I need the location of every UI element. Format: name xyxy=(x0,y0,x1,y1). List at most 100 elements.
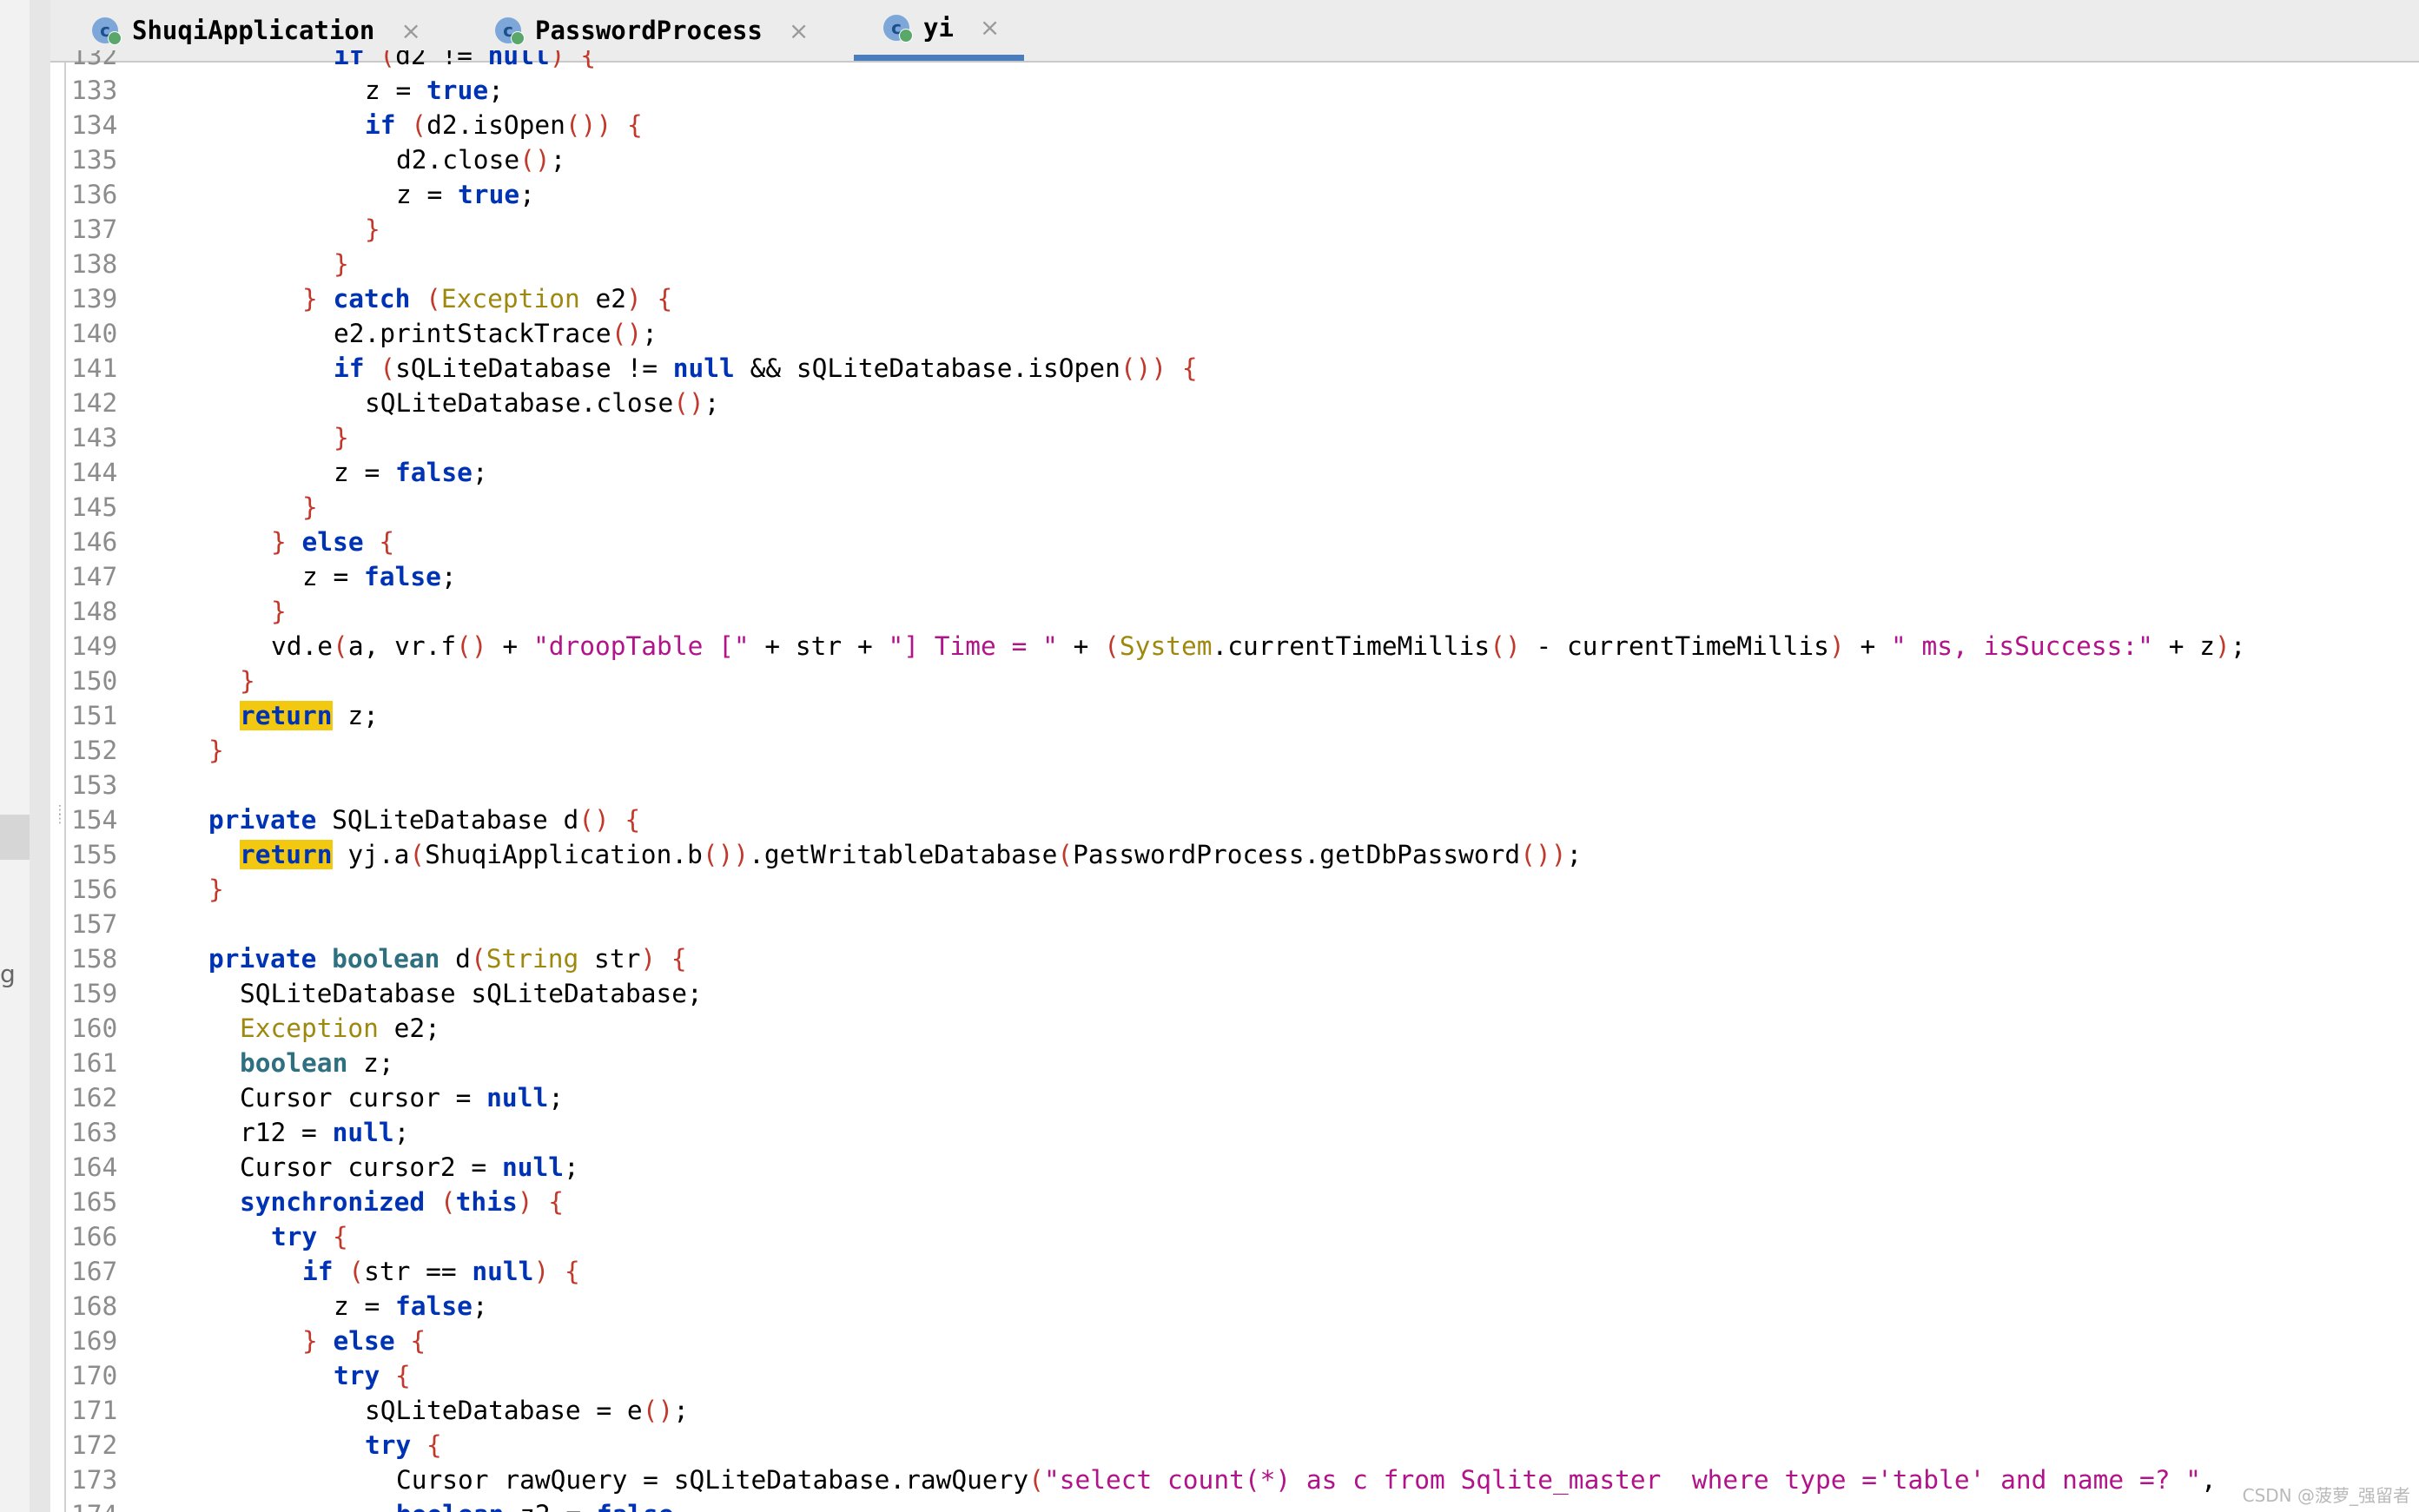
code-token: } xyxy=(334,249,349,279)
code-text: } xyxy=(240,664,255,698)
code-token: e2 xyxy=(579,284,627,314)
close-icon[interactable]: × xyxy=(980,13,1000,42)
code-token: .currentTimeMillis xyxy=(1212,631,1490,661)
code-line[interactable]: 151 return z; xyxy=(66,698,2419,733)
code-token: .getWritableDatabase xyxy=(749,840,1058,869)
code-token: "droopTable [" xyxy=(532,631,750,661)
code-token: ; xyxy=(488,76,504,105)
code-editor[interactable]: 132 if (d2 != null) {133 z = true; 134 if (d… xyxy=(66,50,2419,1512)
code-line[interactable]: 164 Cursor cursor2 = null; xyxy=(66,1150,2419,1185)
code-line[interactable]: 143} xyxy=(66,420,2419,455)
code-token: false xyxy=(597,1500,674,1512)
line-number: 165 xyxy=(71,1187,118,1217)
code-text: } catch (Exception e2) { xyxy=(302,281,672,316)
line-number: 139 xyxy=(71,284,118,314)
code-token: Cursor cursor2 = xyxy=(240,1152,502,1182)
code-line[interactable]: 156} xyxy=(66,872,2419,907)
code-token: null xyxy=(672,353,735,383)
left-panel-handle[interactable] xyxy=(0,815,30,860)
code-line[interactable]: 154 private SQLiteDatabase d() { xyxy=(66,802,2419,837)
code-line[interactable]: 144 z = false; xyxy=(66,455,2419,490)
line-number: 152 xyxy=(71,736,118,765)
line-number: 150 xyxy=(71,666,118,696)
code-token: this xyxy=(455,1187,518,1217)
code-token: String xyxy=(486,944,579,974)
close-icon[interactable]: × xyxy=(400,17,420,45)
code-line[interactable]: 152} xyxy=(66,733,2419,768)
code-line[interactable]: 133 z = true; xyxy=(66,73,2419,108)
code-line[interactable]: 145} xyxy=(66,490,2419,525)
line-number: 166 xyxy=(71,1222,118,1251)
code-line[interactable]: 141 if (sQLiteDatabase != null && sQLiteD… xyxy=(66,351,2419,386)
code-line[interactable]: 171 sQLiteDatabase = e(); xyxy=(66,1393,2419,1428)
close-icon[interactable]: × xyxy=(789,17,809,45)
code-line[interactable]: 166 try { xyxy=(66,1219,2419,1254)
code-line[interactable]: 165 synchronized (this) { xyxy=(66,1185,2419,1219)
code-line[interactable]: 149 vd.e(a, vr.f() + "droopTable [" + str… xyxy=(66,629,2419,664)
code-line[interactable]: 136 z = true; xyxy=(66,177,2419,212)
code-token: Exception xyxy=(440,284,580,314)
code-line[interactable]: 147 z = false; xyxy=(66,559,2419,594)
code-line[interactable]: 167 if (str == null) { xyxy=(66,1254,2419,1289)
code-line[interactable]: 170 try { xyxy=(66,1358,2419,1393)
code-token: + xyxy=(486,631,533,661)
code-token: null xyxy=(332,1118,394,1147)
code-token: a, vr.f xyxy=(347,631,457,661)
code-token: boolean xyxy=(396,1500,504,1512)
code-line[interactable]: 160 Exception e2; xyxy=(66,1011,2419,1046)
line-number: 133 xyxy=(71,76,118,105)
line-number: 163 xyxy=(71,1118,118,1147)
code-line[interactable]: 150} xyxy=(66,664,2419,698)
code-line[interactable]: 162 Cursor cursor = null; xyxy=(66,1080,2419,1115)
code-line[interactable]: 174 boolean z2 = false xyxy=(66,1497,2419,1512)
line-number: 174 xyxy=(66,1497,125,1512)
code-token: private xyxy=(208,944,317,974)
code-line[interactable]: 161 boolean z; xyxy=(66,1046,2419,1080)
code-text: e2.printStackTrace(); xyxy=(334,316,658,351)
code-line[interactable]: 157 xyxy=(66,907,2419,941)
code-token: } xyxy=(365,215,380,244)
code-token: " ms, isSuccess:" xyxy=(1891,631,2153,661)
code-line[interactable]: 134 if (d2.isOpen()) { xyxy=(66,108,2419,142)
line-number: 162 xyxy=(71,1083,118,1113)
code-line[interactable]: 163 r12 = null; xyxy=(66,1115,2419,1150)
code-token: d xyxy=(440,944,471,974)
line-number: 160 xyxy=(71,1014,118,1043)
code-token: } xyxy=(302,284,334,314)
code-token: synchronized xyxy=(240,1187,426,1217)
code-token: z = xyxy=(396,180,459,209)
code-token: sQLiteDatabase != xyxy=(395,353,673,383)
code-line[interactable]: 159 SQLiteDatabase sQLiteDatabase; xyxy=(66,976,2419,1011)
code-line[interactable]: 168 z = false; xyxy=(66,1289,2419,1324)
code-token: () xyxy=(519,145,551,175)
code-token: ; xyxy=(563,1152,579,1182)
code-token: } xyxy=(271,527,302,557)
line-number: 172 xyxy=(71,1430,118,1460)
code-line[interactable]: 140 e2.printStackTrace(); xyxy=(66,316,2419,351)
code-line[interactable]: 153 xyxy=(66,768,2419,802)
code-line[interactable]: 172 try { xyxy=(66,1428,2419,1462)
code-line[interactable]: 138} xyxy=(66,247,2419,281)
code-line[interactable]: 155 return yj.a(ShuqiApplication.b()).get… xyxy=(66,837,2419,872)
code-token: r12 = xyxy=(240,1118,333,1147)
code-line[interactable]: 158 private boolean d(String str) { xyxy=(66,941,2419,976)
code-line[interactable]: 137} xyxy=(66,212,2419,247)
code-line[interactable]: 148} xyxy=(66,594,2419,629)
code-line[interactable]: 132 if (d2 != null) { xyxy=(66,50,2419,73)
code-token: z; xyxy=(347,1048,394,1078)
code-text: private boolean d(String str) { xyxy=(208,941,687,976)
code-line[interactable]: 139 } catch (Exception e2) { xyxy=(66,281,2419,316)
code-line[interactable]: 173 Cursor rawQuery = sQLiteDatabase.rawQ… xyxy=(66,1462,2419,1497)
code-token: ()) xyxy=(1520,840,1567,869)
code-token: { xyxy=(363,527,395,557)
code-line[interactable]: 142 sQLiteDatabase.close(); xyxy=(66,386,2419,420)
code-token: str xyxy=(578,944,641,974)
splitter-grip-icon[interactable]: ⋮ ⋮ xyxy=(54,804,66,841)
code-line[interactable]: 135 d2.close(); xyxy=(66,142,2419,177)
code-line[interactable]: 169} else { xyxy=(66,1324,2419,1358)
code-token: try xyxy=(365,1430,412,1460)
code-text: if (str == null) { xyxy=(302,1254,580,1289)
code-token: if xyxy=(334,353,365,383)
code-line[interactable]: 146} else { xyxy=(66,525,2419,559)
code-token: ShuqiApplication.b xyxy=(425,840,703,869)
